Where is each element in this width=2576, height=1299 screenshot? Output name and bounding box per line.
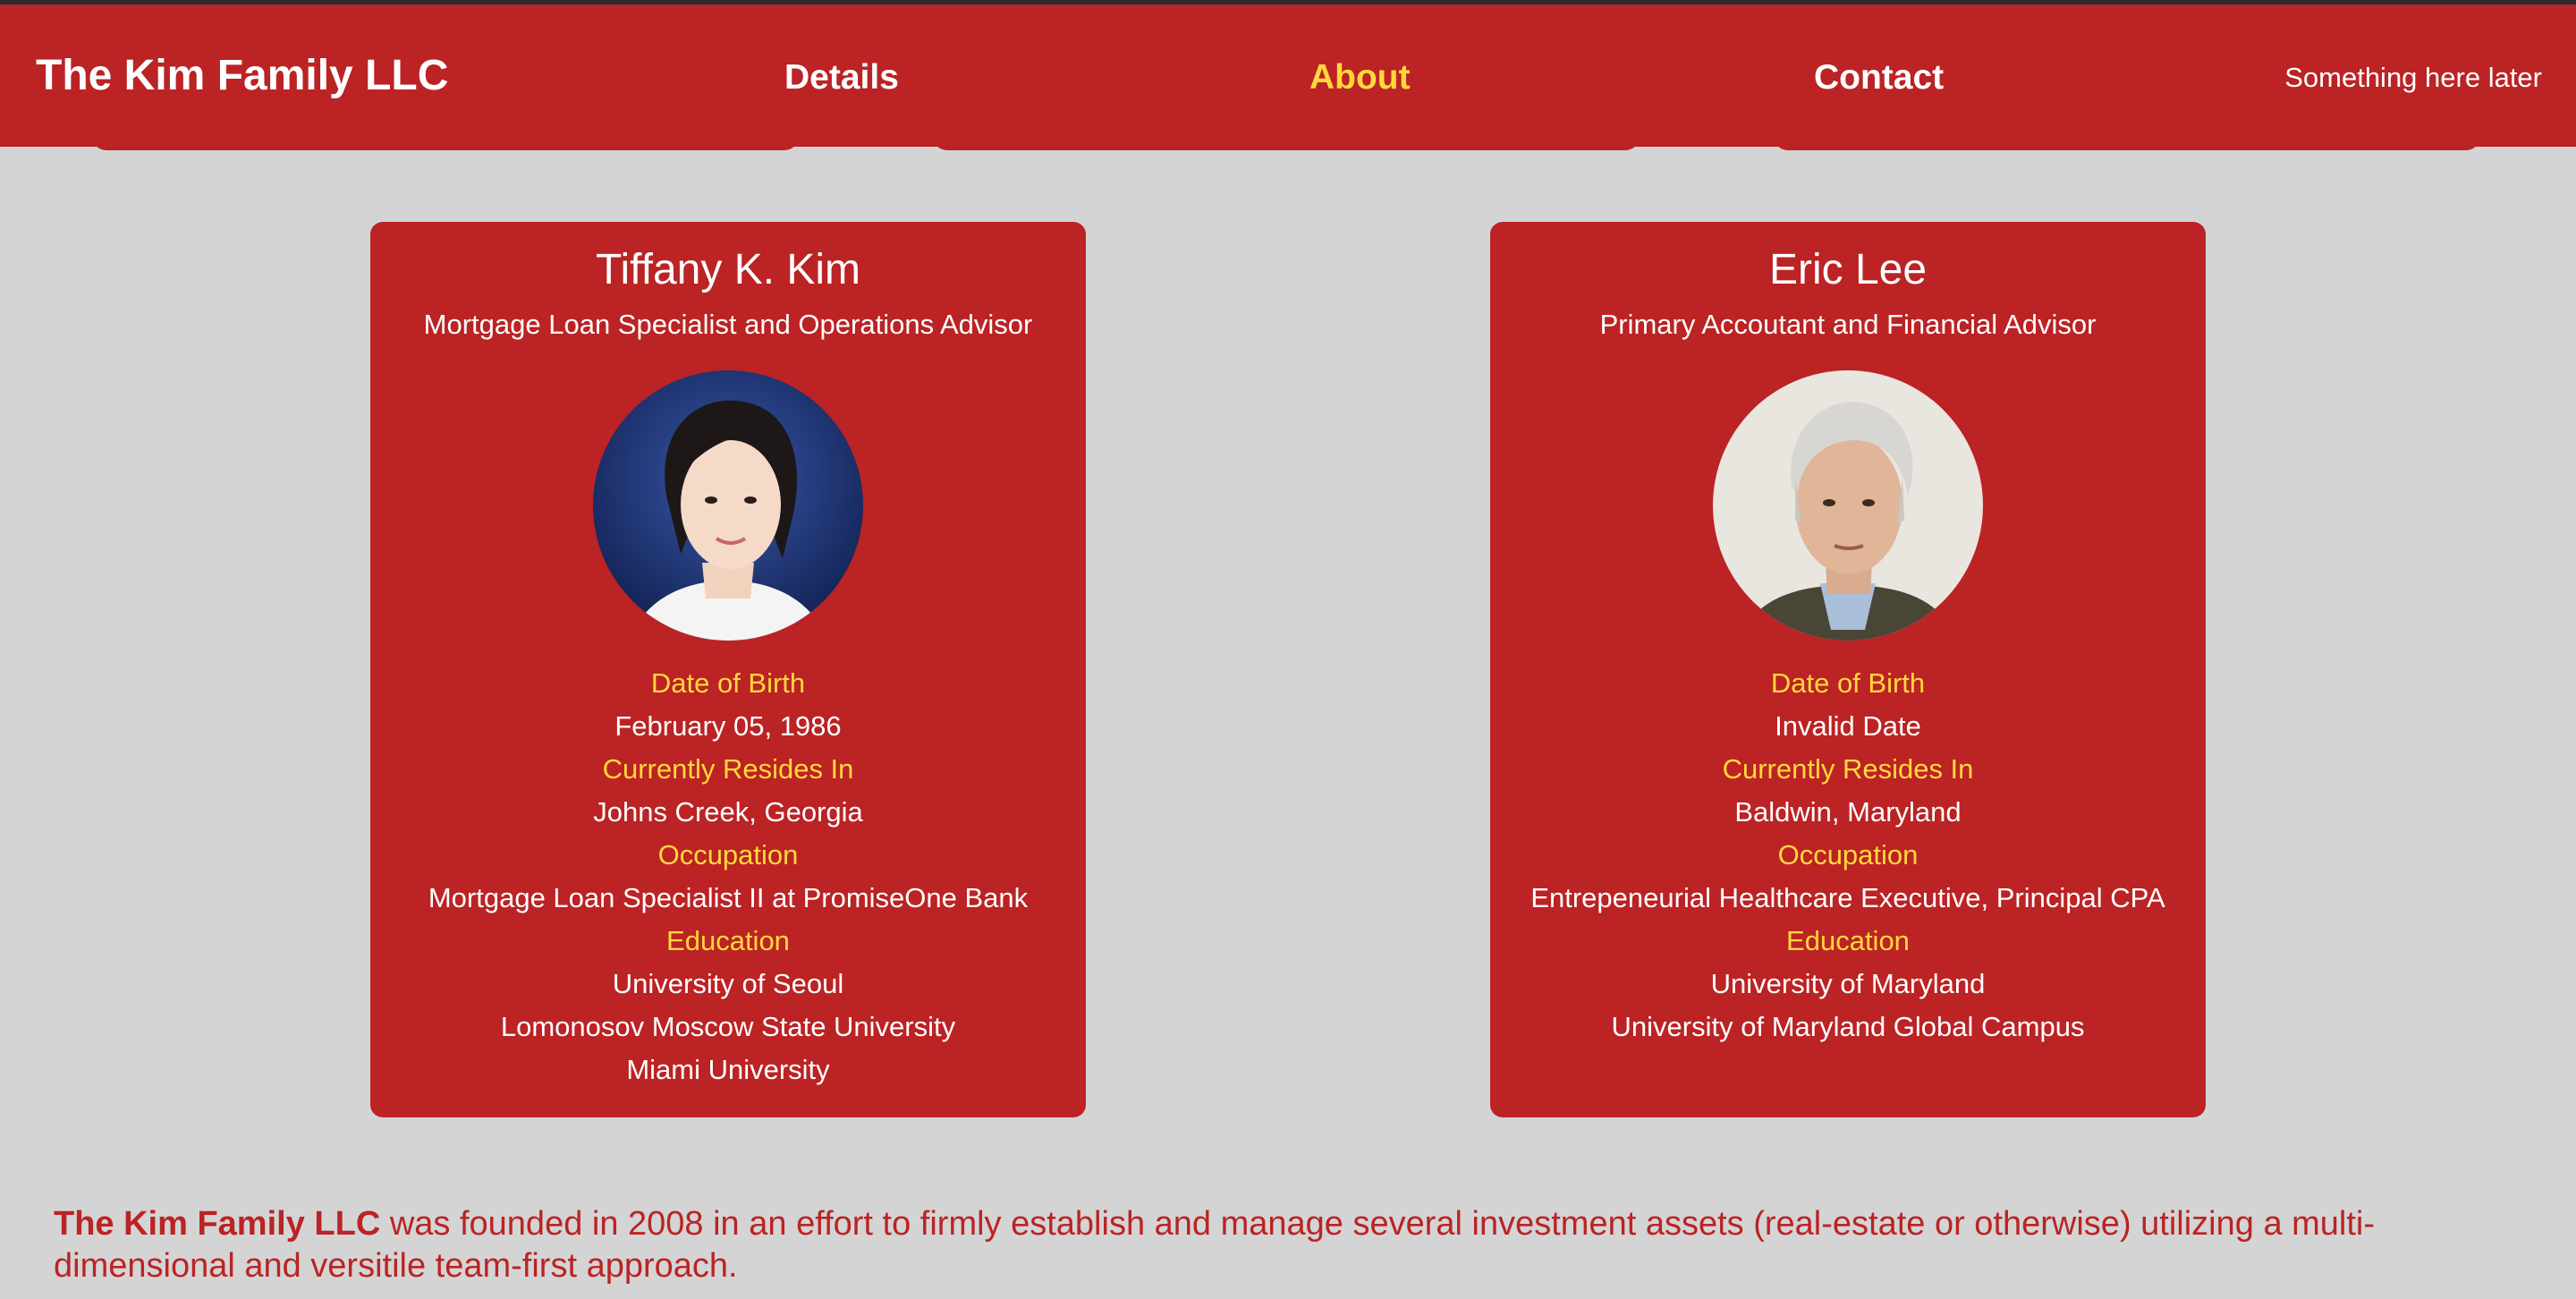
- nav-link-about[interactable]: About: [1309, 58, 1411, 98]
- profile-info: Date of Birth Invalid Date Currently Res…: [1490, 662, 2206, 1049]
- dob-value: February 05, 1986: [614, 710, 842, 742]
- page: The Kim Family LLC Details About Contact…: [0, 0, 2576, 1299]
- occupation-value: Entrepeneurial Healthcare Executive, Pri…: [1530, 882, 2165, 913]
- nav-link-details[interactable]: Details: [784, 58, 899, 98]
- education-item: University of Maryland Global Campus: [1611, 1011, 2085, 1042]
- profile-info: Date of Birth February 05, 1986 Currentl…: [370, 662, 1086, 1091]
- person-title: Primary Accoutant and Financial Advisor: [1599, 309, 2097, 340]
- dob-label: Date of Birth: [650, 667, 806, 699]
- education-item: Lomonosov Moscow State University: [500, 1011, 956, 1042]
- education-item: University of Maryland: [1710, 968, 1986, 999]
- education-label: Education: [666, 925, 790, 956]
- about-company-name: The Kim Family LLC: [54, 1205, 381, 1243]
- resides-value: Baldwin, Maryland: [1734, 796, 1962, 828]
- dob-value: Invalid Date: [1775, 710, 1921, 742]
- avatar: [593, 370, 863, 641]
- avatar: [1713, 370, 1983, 641]
- resides-label: Currently Resides In: [1722, 753, 1974, 785]
- about-paragraph: The Kim Family LLC was founded in 2008 i…: [54, 1203, 2540, 1287]
- resides-label: Currently Resides In: [602, 753, 854, 785]
- avatar-photo: [593, 370, 863, 641]
- about-text: was founded in 2008 in an effort to firm…: [54, 1205, 2376, 1285]
- avatar-photo: [1713, 370, 1983, 641]
- education-item: University of Seoul: [612, 968, 844, 999]
- education-item: Miami University: [626, 1054, 830, 1085]
- nav-link-contact[interactable]: Contact: [1814, 58, 1944, 98]
- occupation-label: Occupation: [657, 839, 799, 870]
- dob-label: Date of Birth: [1770, 667, 1926, 699]
- header-note: Something here later: [2284, 62, 2542, 93]
- occupation-label: Occupation: [1777, 839, 1919, 870]
- person-name: Tiffany K. Kim: [595, 246, 861, 293]
- brand-title[interactable]: The Kim Family LLC: [36, 51, 448, 100]
- resides-value: Johns Creek, Georgia: [593, 796, 863, 828]
- profile-card-tiffany: Tiffany K. Kim Mortgage Loan Specialist …: [370, 222, 1086, 1117]
- site-header: The Kim Family LLC Details About Contact…: [0, 4, 2576, 147]
- occupation-value: Mortgage Loan Specialist II at PromiseOn…: [428, 882, 1029, 913]
- person-name: Eric Lee: [1768, 246, 1928, 293]
- person-title: Mortgage Loan Specialist and Operations …: [423, 309, 1033, 340]
- profile-card-eric: Eric Lee Primary Accoutant and Financial…: [1490, 222, 2206, 1117]
- education-label: Education: [1786, 925, 1910, 956]
